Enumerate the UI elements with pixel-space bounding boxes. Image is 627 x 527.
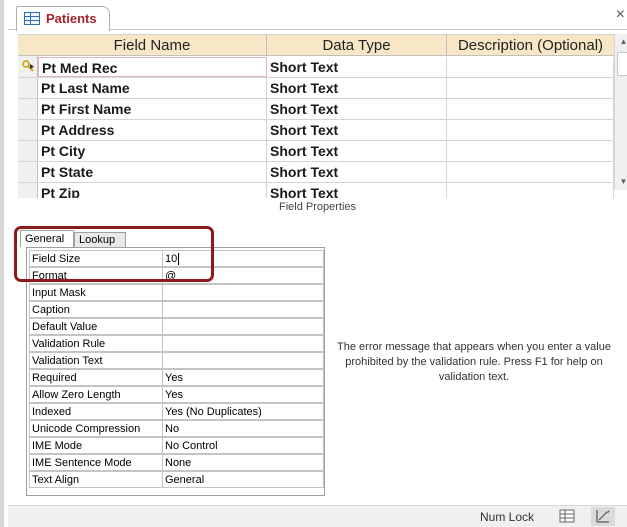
property-label: Caption: [29, 301, 162, 318]
table-row[interactable]: Pt City Short Text: [18, 141, 614, 162]
property-row[interactable]: IME Mode No Control: [29, 437, 324, 454]
description-cell[interactable]: [447, 78, 614, 98]
description-cell[interactable]: [447, 57, 614, 77]
property-label: Text Align: [29, 471, 162, 488]
header-description[interactable]: Description (Optional): [447, 35, 614, 56]
property-row[interactable]: Validation Rule: [29, 335, 324, 352]
property-label: IME Mode: [29, 437, 162, 454]
property-value[interactable]: Yes: [162, 386, 324, 403]
property-row[interactable]: Default Value: [29, 318, 324, 335]
property-value[interactable]: [162, 352, 324, 369]
tab-patients[interactable]: Patients: [16, 6, 110, 31]
table-row[interactable]: Pt Zip Short Text: [18, 183, 614, 198]
property-value[interactable]: [162, 284, 324, 301]
primary-key-icon: [22, 60, 34, 72]
scroll-down-icon[interactable]: ▼: [615, 174, 627, 190]
property-row[interactable]: Caption: [29, 301, 324, 318]
property-value[interactable]: None: [162, 454, 324, 471]
property-row[interactable]: Required Yes: [29, 369, 324, 386]
data-type-cell[interactable]: Short Text: [267, 141, 447, 161]
table-row[interactable]: Pt Med Rec Short Text: [18, 57, 614, 78]
property-value[interactable]: No: [162, 420, 324, 437]
property-value[interactable]: No Control: [162, 437, 324, 454]
grid-header: Field Name Data Type Description (Option…: [18, 35, 614, 56]
property-value[interactable]: [162, 335, 324, 352]
header-field-name[interactable]: Field Name: [38, 35, 267, 56]
data-type-cell[interactable]: Short Text: [267, 120, 447, 140]
field-properties-label: Field Properties: [278, 201, 357, 213]
data-type-cell[interactable]: Short Text: [267, 162, 447, 182]
property-row[interactable]: Unicode Compression No: [29, 420, 324, 437]
datasheet-view-icon[interactable]: [559, 509, 575, 523]
num-lock-indicator: Num Lock: [480, 510, 535, 524]
description-cell[interactable]: [447, 141, 614, 161]
property-label: Default Value: [29, 318, 162, 335]
property-label: IME Sentence Mode: [29, 454, 162, 471]
field-name-cell[interactable]: Pt Med Rec: [38, 57, 267, 77]
property-row[interactable]: Text Align General: [29, 471, 324, 488]
property-row[interactable]: Indexed Yes (No Duplicates): [29, 403, 324, 420]
design-view-icon[interactable]: [591, 507, 615, 526]
property-label: Indexed: [29, 403, 162, 420]
property-row[interactable]: Input Mask: [29, 284, 324, 301]
property-help-text: The error message that appears when you …: [337, 341, 611, 383]
property-label: Input Mask: [29, 284, 162, 301]
field-grid: Field Name Data Type Description (Option…: [18, 34, 614, 198]
field-name-cell[interactable]: Pt Address: [38, 120, 267, 140]
property-label: Unicode Compression: [29, 420, 162, 437]
field-name-cell[interactable]: Pt City: [38, 141, 267, 161]
table-row[interactable]: Pt Last Name Short Text: [18, 78, 614, 99]
property-value[interactable]: [162, 301, 324, 318]
scroll-up-icon[interactable]: ▲: [615, 34, 627, 50]
header-data-type[interactable]: Data Type: [267, 35, 447, 56]
property-label: Required: [29, 369, 162, 386]
table-row[interactable]: Pt State Short Text: [18, 162, 614, 183]
property-label: Validation Rule: [29, 335, 162, 352]
field-name-cell[interactable]: Pt Last Name: [38, 78, 267, 98]
property-value[interactable]: General: [162, 471, 324, 488]
description-cell[interactable]: [447, 120, 614, 140]
field-name-cell[interactable]: Pt State: [38, 162, 267, 182]
table-icon: [24, 12, 40, 25]
document-tab-bar: Patients ×: [8, 0, 627, 31]
data-type-cell[interactable]: Short Text: [267, 57, 447, 77]
property-value[interactable]: [162, 318, 324, 335]
data-type-cell[interactable]: Short Text: [267, 78, 447, 98]
annotation-highlight: [14, 226, 214, 282]
status-bar: Num Lock: [8, 505, 627, 527]
field-name-cell[interactable]: Pt First Name: [38, 99, 267, 119]
property-label: Allow Zero Length: [29, 386, 162, 403]
property-value[interactable]: Yes: [162, 369, 324, 386]
property-label: Validation Text: [29, 352, 162, 369]
close-icon[interactable]: ×: [616, 7, 625, 23]
table-row[interactable]: Pt Address Short Text: [18, 120, 614, 141]
grid-scrollbar[interactable]: ▲ ▼: [614, 34, 627, 190]
table-row[interactable]: Pt First Name Short Text: [18, 99, 614, 120]
description-cell[interactable]: [447, 99, 614, 119]
field-name-cell[interactable]: Pt Zip: [38, 183, 267, 198]
table-design-window: Patients × Field Name Data Type Descript…: [0, 0, 627, 527]
data-type-cell[interactable]: Short Text: [267, 183, 447, 198]
property-sheet: Field Size 10 Format @ Input Mask Captio…: [26, 247, 325, 496]
tab-title: Patients: [46, 11, 97, 26]
data-type-cell[interactable]: Short Text: [267, 99, 447, 119]
scroll-thumb[interactable]: [617, 52, 627, 76]
property-value[interactable]: Yes (No Duplicates): [162, 403, 324, 420]
description-cell[interactable]: [447, 183, 614, 198]
description-cell[interactable]: [447, 162, 614, 182]
property-row[interactable]: Validation Text: [29, 352, 324, 369]
property-row[interactable]: Allow Zero Length Yes: [29, 386, 324, 403]
property-row[interactable]: IME Sentence Mode None: [29, 454, 324, 471]
